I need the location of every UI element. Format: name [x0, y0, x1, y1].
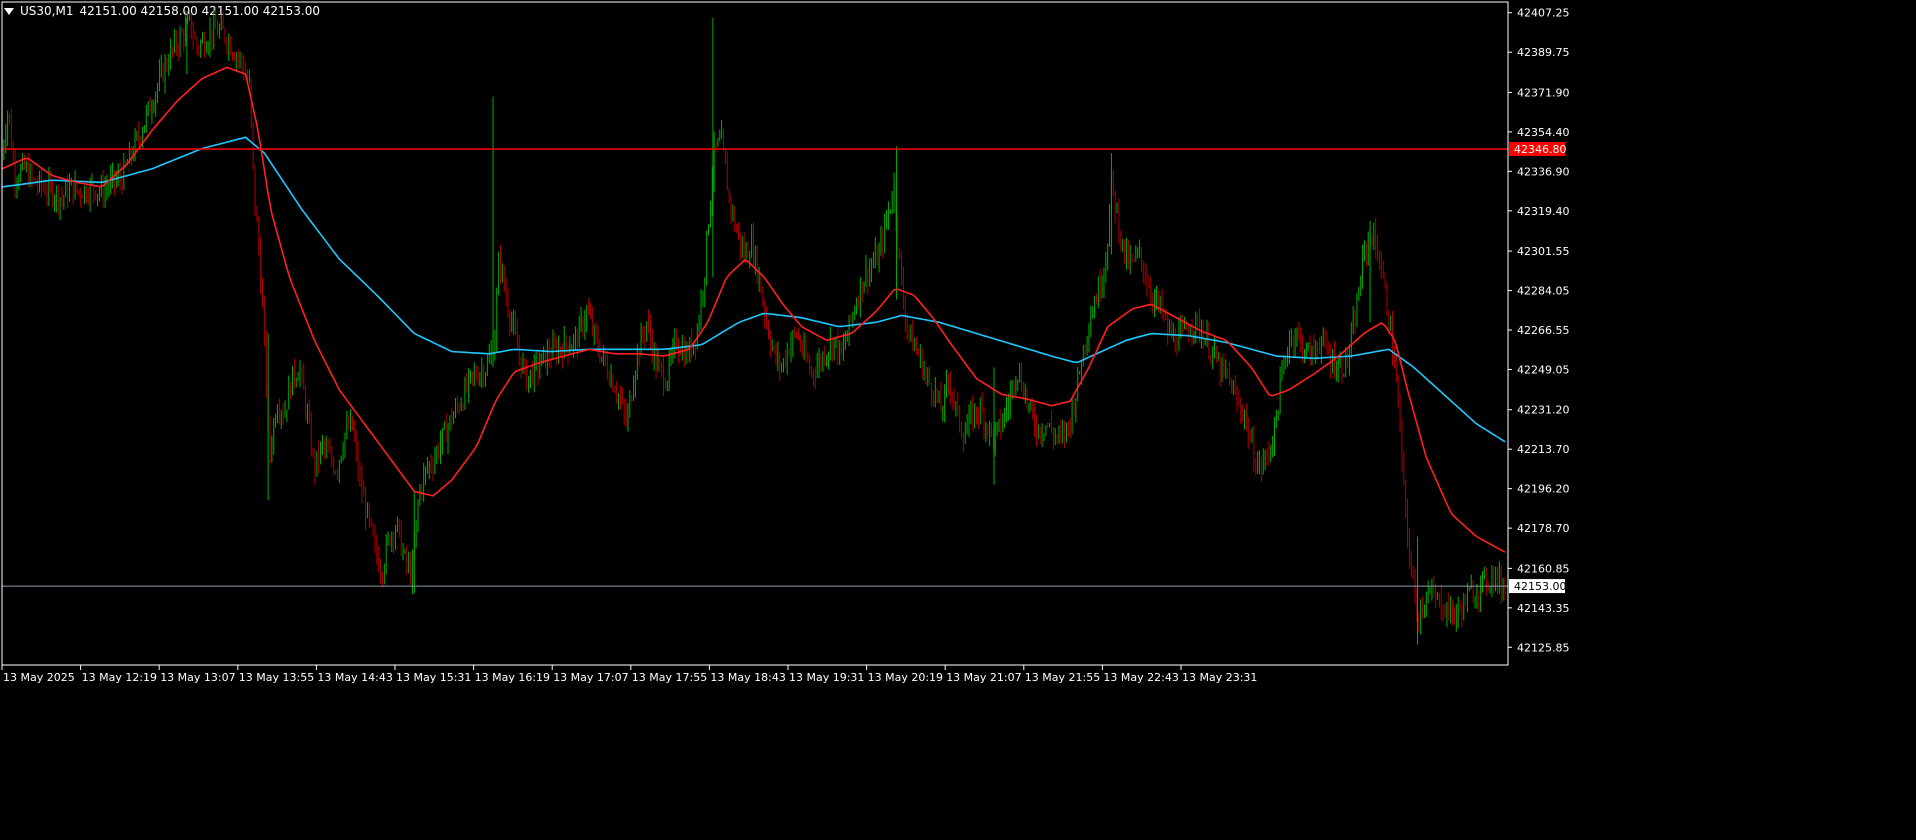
- x-tick-label: 13 May 13:55: [239, 671, 314, 684]
- y-tick-label: 42301.55: [1517, 245, 1570, 258]
- y-tick-label: 42284.05: [1517, 285, 1570, 298]
- resistance-price-label: 42346.80: [1514, 143, 1567, 156]
- y-tick-label: 42407.25: [1517, 7, 1570, 20]
- y-tick-label: 42231.20: [1517, 404, 1570, 417]
- price-chart[interactable]: 42407.25 42389.75 42371.90 42354.40 42336.90…: [0, 0, 1916, 840]
- y-tick-label: 42354.40: [1517, 126, 1570, 139]
- y-tick-label: 42213.70: [1517, 443, 1570, 456]
- x-tick-label: 13 May 18:43: [710, 671, 785, 684]
- x-tick-label: 13 May 23:31: [1182, 671, 1257, 684]
- y-tick-label: 42389.75: [1517, 46, 1570, 59]
- x-tick-label: 13 May 22:43: [1103, 671, 1178, 684]
- x-tick-label: 13 May 16:19: [475, 671, 550, 684]
- y-tick-label: 42266.55: [1517, 324, 1570, 337]
- y-tick-label: 42196.20: [1517, 483, 1570, 496]
- x-tick-label: 13 May 2025: [3, 671, 75, 684]
- candles-layer: [1, 6, 1506, 645]
- x-tick-label: 13 May 12:19: [82, 671, 157, 684]
- y-tick-label: 42319.40: [1517, 205, 1570, 218]
- y-tick-label: 42371.90: [1517, 86, 1570, 99]
- x-tick-label: 13 May 17:55: [632, 671, 707, 684]
- x-tick-label: 13 May 14:43: [317, 671, 392, 684]
- y-tick-label: 42178.70: [1517, 522, 1570, 535]
- x-tick-label: 13 May 21:07: [946, 671, 1021, 684]
- moving-average-fast: [1, 66, 1506, 553]
- x-tick-label: 13 May 20:19: [868, 671, 943, 684]
- y-tick-label: 42160.85: [1517, 562, 1570, 575]
- current-price-label: 42153.00: [1514, 580, 1567, 593]
- x-tick-label: 13 May 17:07: [553, 671, 628, 684]
- x-tick-label: 13 May 15:31: [396, 671, 471, 684]
- y-tick-label: 42143.35: [1517, 602, 1570, 615]
- x-tick-label: 13 May 13:07: [160, 671, 235, 684]
- y-tick-label: 42249.05: [1517, 363, 1570, 376]
- indicators-layer: [1, 66, 1506, 553]
- moving-average-slow: [1, 136, 1506, 443]
- x-tick-label: 13 May 19:31: [789, 671, 864, 684]
- plot-frame: [1, 1, 1509, 666]
- y-tick-label: 42125.85: [1517, 641, 1570, 654]
- x-tick-label: 13 May 21:55: [1025, 671, 1100, 684]
- y-tick-label: 42336.90: [1517, 165, 1570, 178]
